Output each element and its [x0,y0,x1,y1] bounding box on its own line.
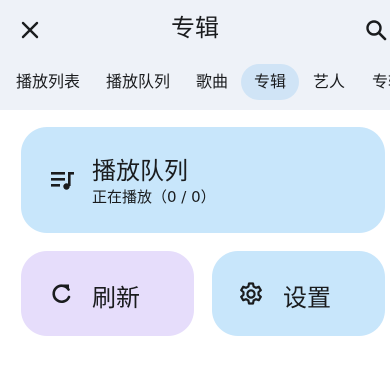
tab-artists[interactable]: 艺人 [313,64,345,100]
page-title: 专辑 [171,14,219,42]
tab-bar: 播放列表 播放队列 歌曲 专辑 艺人 专辑 [0,64,390,100]
play-queue-card[interactable]: 播放队列 正在播放（0 / 0） [21,127,385,233]
tab-albums-overflow[interactable]: 专辑 [371,64,390,100]
play-queue-title: 播放队列 [92,157,188,185]
queue-music-icon [51,172,74,190]
refresh-card[interactable]: 刷新 [21,251,194,336]
search-button[interactable] [360,14,390,46]
refresh-icon [52,284,71,304]
tab-songs[interactable]: 歌曲 [196,64,228,100]
tab-playlists[interactable]: 播放列表 [16,64,80,100]
tab-albums[interactable]: 专辑 [241,64,299,100]
settings-label: 设置 [283,284,331,312]
refresh-label: 刷新 [92,284,140,312]
settings-card[interactable]: 设置 [212,251,385,336]
gear-icon [240,282,262,305]
search-icon [366,20,387,41]
now-playing-status: 正在播放（0 / 0） [92,188,216,206]
tab-play-queue[interactable]: 播放队列 [106,64,170,100]
top-app-bar: 专辑 播放列表 播放队列 歌曲 专辑 艺人 专辑 [0,0,390,110]
